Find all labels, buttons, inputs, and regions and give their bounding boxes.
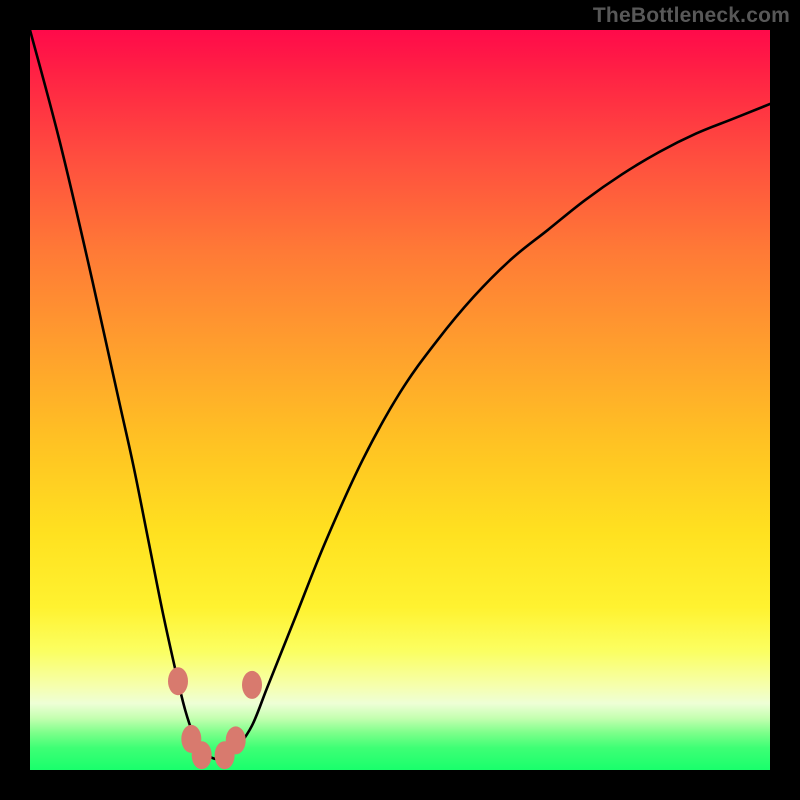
curve-marker [242, 671, 262, 699]
watermark-text: TheBottleneck.com [593, 4, 790, 28]
curve-marker [192, 741, 212, 769]
curve-marker [226, 726, 246, 754]
bottleneck-curve [30, 30, 770, 759]
chart-frame: TheBottleneck.com [0, 0, 800, 800]
curve-layer [30, 30, 770, 770]
plot-area [30, 30, 770, 770]
curve-marker [168, 667, 188, 695]
curve-markers [168, 667, 262, 769]
